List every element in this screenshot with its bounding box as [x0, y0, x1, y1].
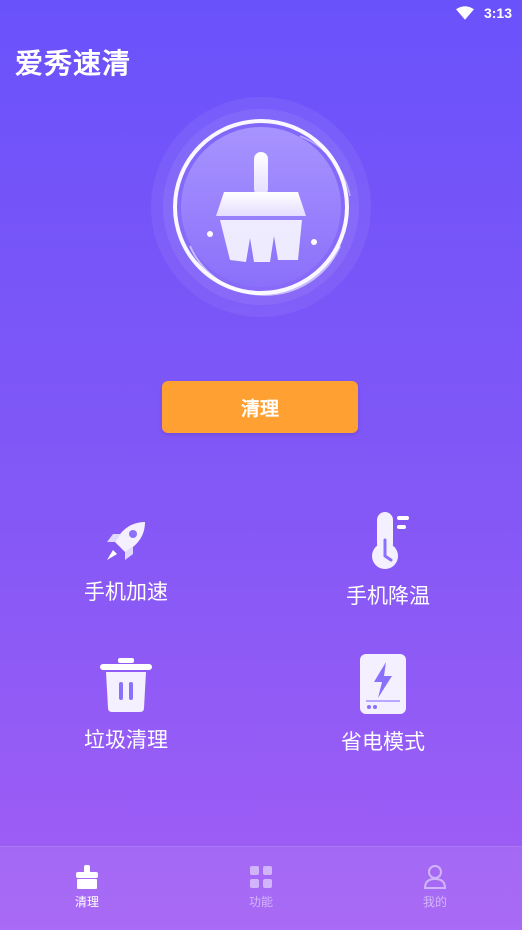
bottom-nav: 清理 功能 我的 [0, 846, 522, 930]
hero-clean-graphic[interactable] [150, 96, 372, 318]
feature-junk-clean[interactable]: 垃圾清理 [46, 656, 206, 754]
nav-label: 清理 [74, 895, 99, 909]
feature-phone-boost[interactable]: 手机加速 [46, 516, 206, 606]
grid-icon [250, 866, 272, 888]
feature-power-saving[interactable]: 省电模式 [303, 652, 463, 756]
nav-label: 功能 [248, 895, 273, 909]
nav-item-features[interactable]: 功能 [174, 847, 348, 930]
feature-label: 手机降温 [346, 584, 430, 608]
app-title: 爱秀速清 [15, 47, 132, 80]
trash-icon [100, 658, 152, 712]
nav-item-profile[interactable]: 我的 [348, 847, 522, 930]
feature-phone-cooling[interactable]: 手机降温 [308, 510, 468, 610]
rocket-icon [107, 522, 145, 560]
battery-saver-icon [360, 654, 406, 714]
wifi-icon [456, 6, 474, 20]
broom-nav-icon [76, 865, 98, 889]
status-bar: 3:13 [0, 0, 522, 28]
user-icon [423, 865, 447, 889]
nav-item-clean[interactable]: 清理 [0, 847, 174, 930]
feature-label: 手机加速 [84, 580, 168, 604]
clean-button[interactable]: 清理 [162, 381, 358, 433]
status-time: 3:13 [483, 5, 512, 21]
feature-label: 省电模式 [341, 730, 425, 754]
feature-label: 垃圾清理 [84, 728, 168, 752]
nav-label: 我的 [422, 895, 447, 909]
thermometer-icon [372, 512, 409, 569]
